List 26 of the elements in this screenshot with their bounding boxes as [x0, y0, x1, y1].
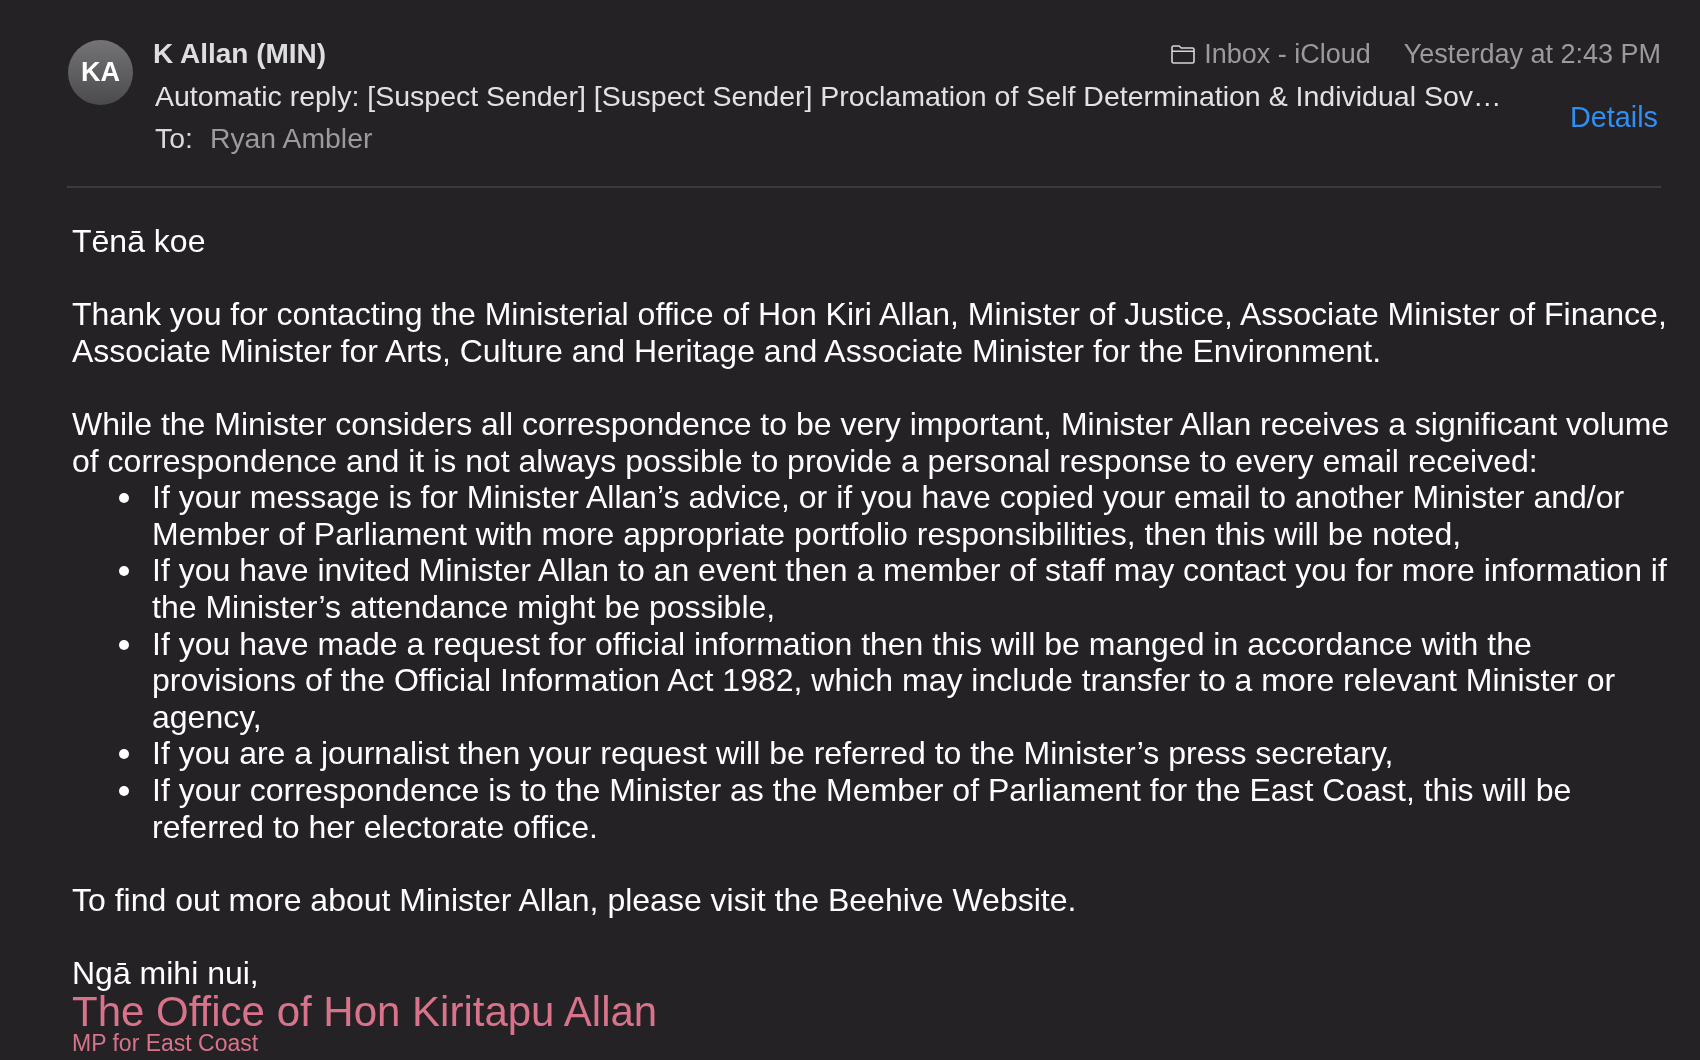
list-item-text: If your correspondence is to the Minister as the Member of Parliament for the East Coast, this will be referred to her electorate office. — [152, 771, 1573, 846]
list-item-text: If your message is for Minister Allan’s advice, or if you have copied your email to another Minister and/or Member of Parliament with more appropriate portfolio responsibilities, then this will be noted, — [152, 479, 1626, 553]
signature-title: MP for East Coast — [72, 1033, 260, 1055]
greeting: Tēnā koe — [72, 223, 207, 260]
subject-line: Automatic reply: [Suspect Sender] [Suspect Sender] Proclamation of Self Determination & Individual Sov… — [154, 79, 1503, 114]
recipient-name: Ryan Ambler — [209, 121, 373, 156]
sign-off: Ngā mihi nui, — [72, 954, 260, 992]
list-item-text: If you have made a request for official information then this will be manged in accordance with the provisions of the Official Information Act 1982, which may include transfer to a more relevant Minister or agency, — [152, 625, 1617, 736]
bullet-icon — [119, 493, 129, 504]
avatar: KA — [68, 40, 133, 105]
bullet-icon — [119, 785, 129, 796]
bullet-icon — [119, 639, 129, 650]
paragraph: Thank you for contacting the Ministerial office of Hon Kiri Allan, Minister of Justice, Associate Minister of Finance, Associate Minister for Arts, Culture and Heritage and Associate Minister for the Environment. — [72, 296, 1668, 370]
list-item-text: If you have invited Minister Allan to an event then a member of staff may contact you for more information if the Minister’s attendance might be possible, — [152, 552, 1668, 626]
date-time: Yesterday at 2:43 PM — [1403, 38, 1661, 70]
closing-paragraph: To find out more about Minister Allan, please visit the Beehive Website. — [72, 881, 1078, 919]
list-item-text: If you are a journalist then your request will be referred to the Minister’s press secretary, — [152, 735, 1395, 772]
signature-name: The Office of Hon Kiritapu Allan — [72, 991, 659, 1034]
paragraph: While the Minister considers all correspondence to be very important, Minister Allan receives a significant volume of correspondence and it is not always possible to provide a personal response to every email received: — [72, 405, 1671, 480]
bullet-icon — [119, 566, 129, 577]
folder-icon — [1171, 44, 1196, 64]
bullet-icon — [119, 749, 129, 760]
details-link[interactable]: Details — [1569, 100, 1658, 134]
mailbox-label: Inbox - iCloud — [1204, 38, 1371, 70]
sender-name: K Allan (MIN) — [153, 38, 327, 70]
to-label: To: — [155, 121, 193, 156]
